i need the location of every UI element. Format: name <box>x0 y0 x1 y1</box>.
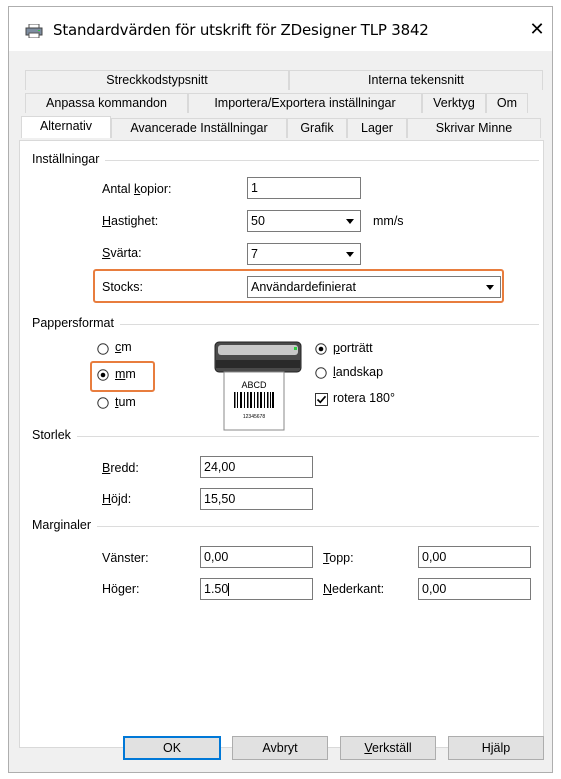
margin-right-value: 1.50 <box>204 582 229 596</box>
tab-anpassa-kommandon[interactable]: Anpassa kommandon <box>25 93 188 113</box>
preview-label-text: ABCD <box>241 380 267 390</box>
tab-importera-exportera[interactable]: Importera/Exportera inställningar <box>188 93 422 113</box>
radio-landskap[interactable] <box>315 367 327 379</box>
stocks-value: Användardefinierat <box>251 280 356 294</box>
close-icon[interactable]: ✕ <box>527 19 547 39</box>
help-button[interactable]: Hjälp <box>448 736 544 760</box>
height-label: Höjd: <box>102 492 132 506</box>
apply-button[interactable]: Verkställ <box>340 736 436 760</box>
radio-tum[interactable] <box>97 397 109 409</box>
darkness-value: 7 <box>251 247 258 261</box>
text-cursor <box>228 583 230 597</box>
barcode-icon <box>234 392 274 408</box>
copies-input[interactable]: 1 <box>247 177 361 199</box>
rotate-checkbox[interactable] <box>315 393 328 406</box>
radio-portratt[interactable] <box>315 343 327 355</box>
radio-portratt-label[interactable]: porträtt <box>333 341 373 355</box>
tab-om[interactable]: Om <box>486 93 528 113</box>
printer-icon <box>25 24 43 38</box>
group-marginaler: Marginaler <box>32 518 98 532</box>
radio-landskap-label[interactable]: landskap <box>333 365 383 379</box>
tab-grafik[interactable]: Grafik <box>287 118 347 138</box>
radio-mm-label[interactable]: mm <box>115 367 136 381</box>
chevron-down-icon[interactable] <box>342 213 358 229</box>
tab-verktyg[interactable]: Verktyg <box>422 93 486 113</box>
width-input[interactable]: 24,00 <box>200 456 313 478</box>
preview-small-text: 12345678 <box>243 414 265 420</box>
margin-right-input[interactable]: 1.50 <box>200 578 313 600</box>
stocks-label: Stocks: <box>102 280 143 294</box>
group-divider <box>39 436 539 437</box>
speed-label: Hastighet: <box>102 214 159 228</box>
tab-lager[interactable]: Lager <box>347 118 407 138</box>
tab-skrivar-minne[interactable]: Skrivar Minne <box>407 118 541 138</box>
group-divider <box>39 526 539 527</box>
stocks-select[interactable]: Användardefinierat <box>247 276 501 298</box>
radio-mm[interactable] <box>97 369 109 381</box>
margin-right-label: Höger: <box>102 582 140 596</box>
group-installningar: Inställningar <box>32 152 106 166</box>
radio-cm-label[interactable]: cm <box>115 340 132 354</box>
tab-avancerade-installningar[interactable]: Avancerade Inställningar <box>111 118 287 138</box>
margin-top-label: Topp: <box>323 551 354 565</box>
group-divider <box>39 160 539 161</box>
tab-alternativ[interactable]: Alternativ <box>21 116 111 138</box>
height-input[interactable]: 15,50 <box>200 488 313 510</box>
chevron-down-icon[interactable] <box>342 246 358 262</box>
margin-left-input[interactable]: 0,00 <box>200 546 313 568</box>
group-storlek: Storlek <box>32 428 77 442</box>
width-label: Bredd: <box>102 461 139 475</box>
speed-select[interactable]: 50 <box>247 210 361 232</box>
ok-button[interactable]: OK <box>123 736 221 760</box>
group-pappersformat: Pappersformat <box>32 316 120 330</box>
title-bar: Standardvärden för utskrift för ZDesigne… <box>9 7 552 51</box>
radio-tum-label[interactable]: tum <box>115 395 136 409</box>
speed-unit: mm/s <box>373 214 404 228</box>
window-title: Standardvärden för utskrift för ZDesigne… <box>53 21 429 39</box>
margin-bottom-input[interactable]: 0,00 <box>418 578 531 600</box>
darkness-label: Svärta: <box>102 246 142 260</box>
margin-top-input[interactable]: 0,00 <box>418 546 531 568</box>
print-defaults-dialog: Standardvärden för utskrift för ZDesigne… <box>8 6 553 773</box>
darkness-select[interactable]: 7 <box>247 243 361 265</box>
cancel-button[interactable]: Avbryt <box>232 736 328 760</box>
label-printer-preview-icon: ABCD 12345678 <box>214 341 302 431</box>
rotate-label[interactable]: rotera 180° <box>333 391 395 405</box>
copies-label: Antal kopior: <box>102 182 172 196</box>
chevron-down-icon[interactable] <box>482 279 498 295</box>
margin-left-label: Vänster: <box>102 551 149 565</box>
tab-streckkodstypsnitt[interactable]: Streckkodstypsnitt <box>25 70 289 90</box>
radio-cm[interactable] <box>97 343 109 355</box>
tab-interna-tekensnitt[interactable]: Interna tekensnitt <box>289 70 543 90</box>
speed-value: 50 <box>251 214 265 228</box>
margin-bottom-label: Nederkant: <box>323 582 385 596</box>
checkmark-icon <box>316 395 327 404</box>
